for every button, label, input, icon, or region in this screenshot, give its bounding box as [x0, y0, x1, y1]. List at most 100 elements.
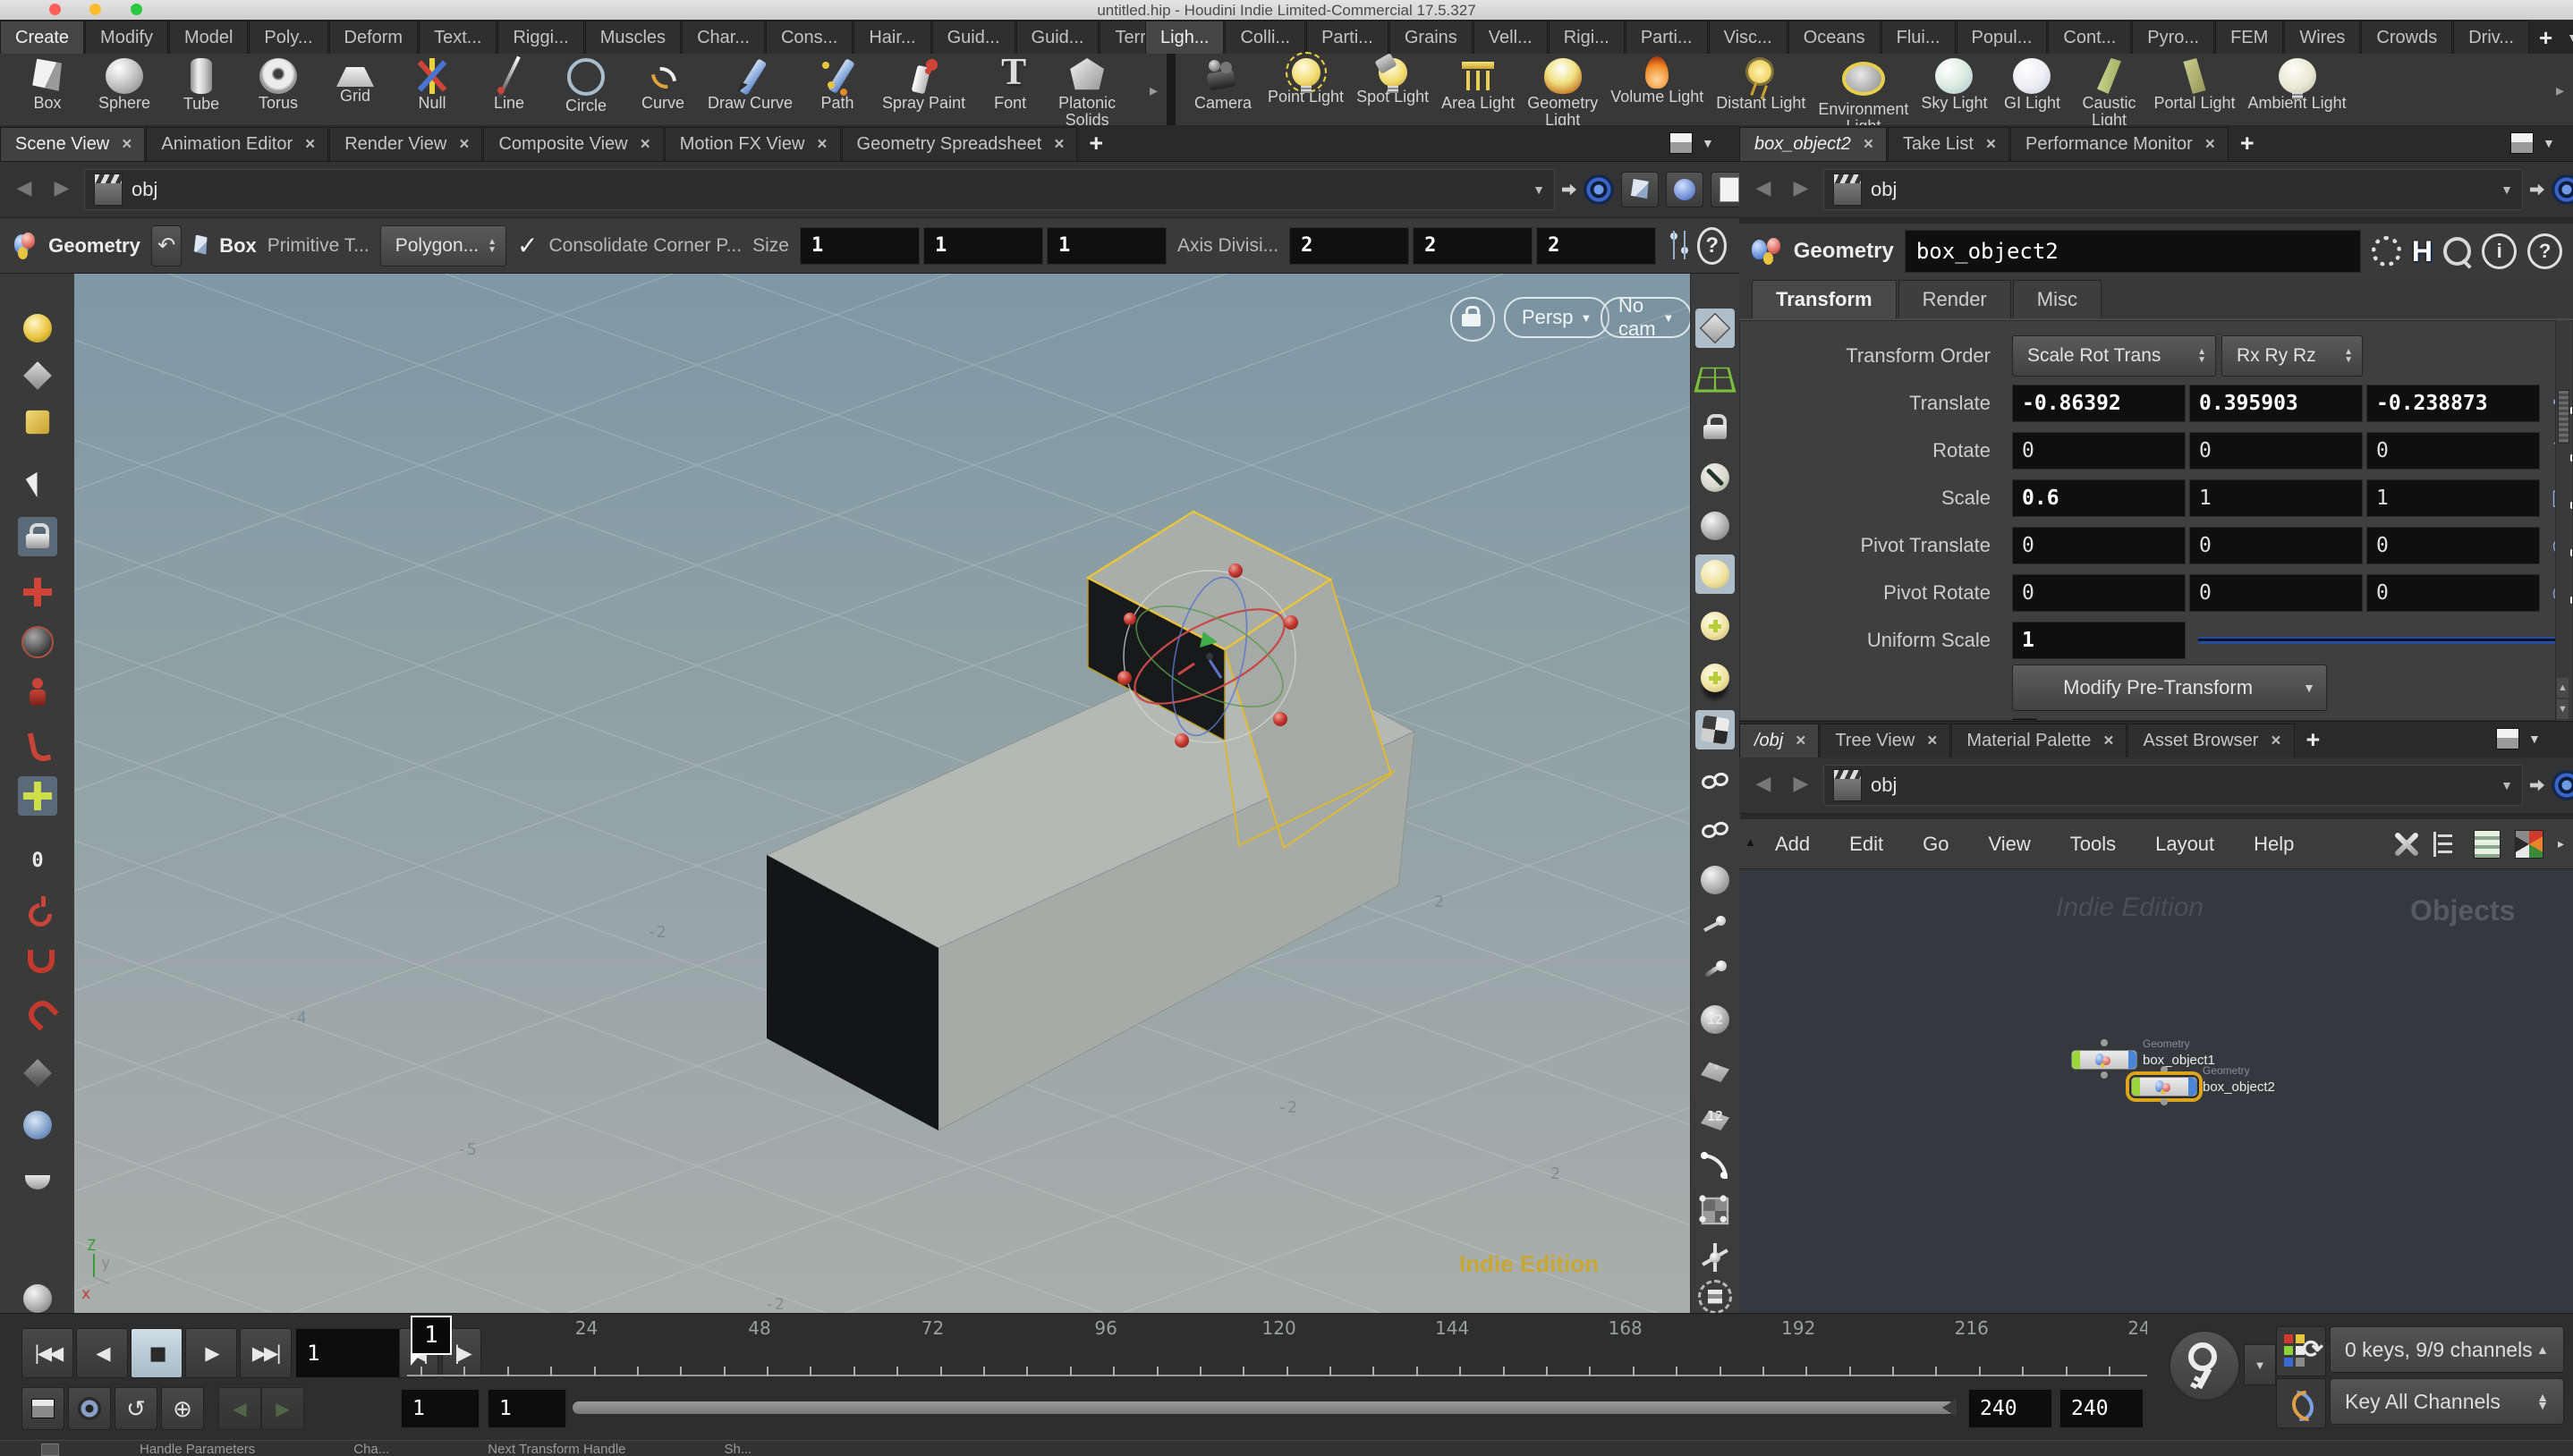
key-all-channels-select[interactable]: Key All Channels ▲▼: [2330, 1378, 2564, 1425]
scale-field-x[interactable]: 0.6: [2012, 479, 2186, 517]
snapshot-cube-button[interactable]: [1621, 172, 1659, 207]
shelf-right-tab-vell[interactable]: Vell...: [1473, 21, 1548, 54]
node-flag-left[interactable]: [2072, 1051, 2080, 1069]
sculpt-brush-button[interactable]: [18, 1157, 57, 1197]
forward-icon[interactable]: ▶: [1786, 176, 1816, 203]
rotate-field-x[interactable]: 0: [2012, 432, 2186, 470]
param-tab-transform[interactable]: Transform: [1752, 280, 1897, 318]
tweak-edit-button[interactable]: [18, 776, 57, 816]
show-handles-button[interactable]: [18, 572, 57, 612]
show-visualizers-button[interactable]: [1695, 760, 1735, 800]
shelf-left-tab-muscles[interactable]: Muscles: [585, 21, 681, 54]
shelf-tool-camera[interactable]: Camera: [1185, 55, 1261, 113]
scale-field-y[interactable]: 1: [2189, 479, 2363, 517]
forward-icon[interactable]: ▶: [1786, 772, 1816, 799]
range-subend-field[interactable]: 240: [2059, 1389, 2144, 1428]
forward-icon[interactable]: ▶: [47, 176, 77, 203]
close-tab-icon[interactable]: ×: [122, 135, 132, 155]
new-shelf-tab-button[interactable]: +: [2530, 22, 2561, 54]
close-tab-icon[interactable]: ×: [1864, 135, 1873, 155]
shelf-right-tab-ligh[interactable]: Ligh...: [1145, 21, 1224, 54]
uniform-scale-field[interactable]: 1: [2012, 622, 2186, 659]
shelf-tool-volume-light[interactable]: Volume Light: [1604, 55, 1710, 106]
scene-tab-scene-view[interactable]: Scene View×: [0, 127, 145, 161]
node-body[interactable]: [2071, 1050, 2137, 1070]
translate-field-x[interactable]: -0.86392: [2012, 385, 2186, 422]
rotate-field-y[interactable]: 0: [2189, 432, 2363, 470]
close-tab-icon[interactable]: ×: [1986, 135, 1996, 155]
shelf-right-tab-oceans[interactable]: Oceans: [1788, 21, 1881, 54]
shelf-right-tab-visc[interactable]: Visc...: [1709, 21, 1788, 54]
shelf-right-tab-popul[interactable]: Popul...: [1957, 21, 2048, 54]
set-key-button[interactable]: [2169, 1330, 2240, 1401]
network-tab-tree-view[interactable]: Tree View×: [1820, 724, 1950, 758]
new-pane-tab-button[interactable]: +: [1078, 130, 1114, 161]
close-tab-icon[interactable]: ×: [2103, 732, 2113, 751]
headlight-only-button[interactable]: [1695, 506, 1735, 546]
volatile-lasso-select-button[interactable]: [18, 309, 57, 348]
scale-field-z[interactable]: 1: [2366, 479, 2540, 517]
pane-menu-icon[interactable]: ▼: [1702, 136, 1714, 150]
path-dropdown-icon[interactable]: ▼: [2501, 778, 2513, 792]
playbar-display-options-button[interactable]: [21, 1387, 64, 1430]
param-scrollbar[interactable]: ▲ ▼: [2555, 320, 2570, 721]
collapse-notch-icon[interactable]: ▲: [1745, 835, 1756, 849]
shelf-right-tab-cont[interactable]: Cont...: [2048, 21, 2131, 54]
shelf-tool-environment-light[interactable]: Environment Light: [1812, 55, 1915, 136]
node-box-object1[interactable]: Geometrybox_object1: [2071, 1050, 2137, 1070]
shelf-right-tab-parti[interactable]: Parti...: [1306, 21, 1388, 54]
uniform-scale-slider[interactable]: [2198, 637, 2563, 644]
shelf-tool-portal-light[interactable]: Portal Light: [2147, 55, 2241, 113]
hook-tool-button[interactable]: [18, 891, 57, 930]
tools-wrench-icon[interactable]: [2392, 831, 2419, 858]
param-path-field[interactable]: obj ▼: [1823, 169, 2523, 210]
shelf-left-tab-model[interactable]: Model: [169, 21, 248, 54]
shelf-tool-tube[interactable]: Tube: [163, 55, 240, 114]
channel-graph-icon[interactable]: [2276, 1378, 2326, 1428]
view-camera-button[interactable]: No cam▼: [1601, 297, 1690, 338]
display-origin-gnomon-button[interactable]: [1695, 1238, 1735, 1277]
high-quality-lighting-button[interactable]: [1695, 606, 1735, 646]
secure-selection-button[interactable]: [18, 517, 57, 556]
path-dropdown-icon[interactable]: ▼: [1533, 182, 1545, 197]
param-tab-misc[interactable]: Misc: [2013, 280, 2102, 318]
jump-to-start-button[interactable]: |◀◀: [21, 1328, 73, 1378]
toolbar-options-icon[interactable]: [1667, 231, 1686, 261]
shelf-left-tab-modify[interactable]: Modify: [85, 21, 168, 54]
point-snap-button[interactable]: [18, 941, 57, 980]
close-tab-icon[interactable]: ×: [1927, 732, 1937, 751]
realtime-toggle-button[interactable]: ⊕: [161, 1387, 204, 1430]
close-tab-icon[interactable]: ×: [1054, 135, 1064, 155]
shelf-left-tab-hair[interactable]: Hair...: [853, 21, 930, 54]
shelf-tool-line[interactable]: Line: [471, 55, 548, 113]
display-point-numbers-button[interactable]: 12: [1695, 1000, 1735, 1039]
scoped-channels-icon[interactable]: [2276, 1326, 2326, 1376]
shelf-right-tab-flui[interactable]: Flui...: [1881, 21, 1956, 54]
pivot-rotate-field-z[interactable]: 0: [2366, 574, 2540, 612]
shelf-right-tab-colli[interactable]: Colli...: [1225, 21, 1305, 54]
back-icon[interactable]: ◀: [1748, 176, 1779, 203]
shelf-right-tab-pyro[interactable]: Pyro...: [2132, 21, 2214, 54]
houdini-logo-icon[interactable]: H: [2412, 235, 2433, 268]
construction-plane-button[interactable]: [1695, 358, 1735, 397]
shelf-tool-sky-light[interactable]: Sky Light: [1915, 55, 1993, 113]
scene-tab-render-view[interactable]: Render View×: [329, 127, 482, 161]
pivot-translate-field-x[interactable]: 0: [2012, 527, 2186, 564]
shelf-tool-area-light[interactable]: Area Light: [1435, 55, 1521, 113]
shelf-right-tab-driv[interactable]: Driv...: [2453, 21, 2529, 54]
shelf-right-tab-rigi[interactable]: Rigi...: [1549, 21, 1625, 54]
network-tab-obj[interactable]: /obj×: [1739, 724, 1819, 758]
link-target-icon[interactable]: [1584, 174, 1614, 205]
pane-menu-icon[interactable]: ▼: [2543, 136, 2555, 150]
select-tool-button[interactable]: [18, 465, 57, 504]
node-input-connector[interactable]: [2101, 1039, 2108, 1046]
previous-key-button[interactable]: ◀: [218, 1387, 261, 1430]
color-palette-icon[interactable]: [2515, 830, 2543, 859]
pivot-rotate-field-y[interactable]: 0: [2189, 574, 2363, 612]
shelf-tool-spray-paint[interactable]: Spray Paint: [876, 55, 972, 113]
shelf-tool-caustic-light[interactable]: Caustic Light: [2070, 55, 2147, 130]
node-flag-right[interactable]: [2188, 1078, 2196, 1096]
grid-snap-button[interactable]: [18, 993, 57, 1032]
rotate-order-select[interactable]: Rx Ry Rz ▲▼: [2221, 335, 2363, 377]
jump-to-end-button[interactable]: ▶▶|: [240, 1328, 292, 1378]
